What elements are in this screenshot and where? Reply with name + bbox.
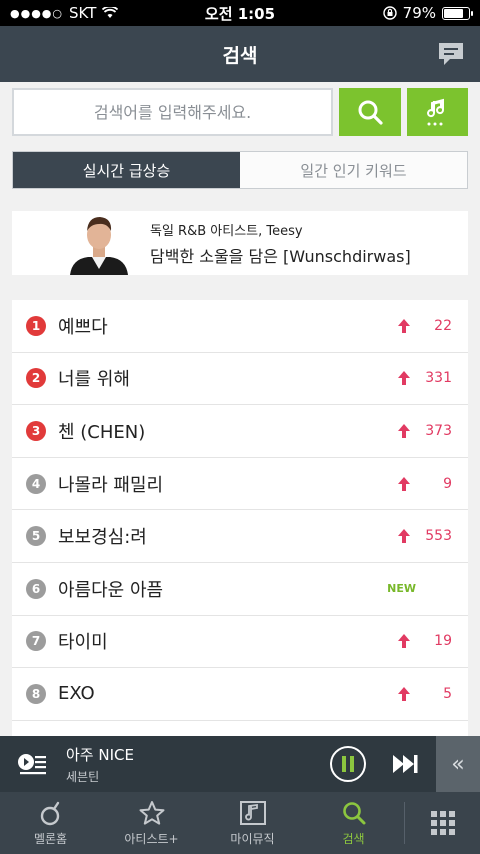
status-bar: ●●●●○ SKT 오전 1:05 79% xyxy=(0,0,480,26)
keyword-text: 보보경심:려 xyxy=(58,527,147,549)
bottom-nav: 멜론홈 아티스트+ 마이뮤직 검색 xyxy=(0,792,480,854)
keyword-row[interactable]: 6 아름다운 아픔 NEW xyxy=(12,563,468,616)
page-title: 검색 xyxy=(222,44,258,67)
melon-icon xyxy=(40,801,59,825)
keyword-text: 첸 (CHEN) xyxy=(58,421,146,443)
arrow-up-icon xyxy=(398,318,410,333)
keyword-text: 나몰라 패밀리 xyxy=(58,474,164,496)
promo-banner[interactable]: 독일 R&B 아티스트, Teesy 담백한 소울을 담은 [Wunschdir… xyxy=(12,211,468,275)
change-value: 9 xyxy=(443,475,452,492)
rank-badge: 1 xyxy=(26,315,46,336)
nav-label: 아티스트+ xyxy=(124,831,179,846)
keyword-row[interactable]: 1 예쁘다 22 xyxy=(12,300,468,353)
keyword-text: 타이미 xyxy=(58,632,108,654)
search-icon xyxy=(358,100,383,125)
keyword-row[interactable]: 8 EXO 5 xyxy=(12,668,468,721)
nav-search[interactable]: 검색 xyxy=(303,792,404,854)
signal-icon: ●●●●○ xyxy=(10,6,63,20)
pause-button[interactable] xyxy=(330,746,366,782)
chat-icon[interactable] xyxy=(436,39,466,69)
rank-change: 5 xyxy=(382,686,452,702)
keyword-row[interactable]: 4 나몰라 패밀리 9 xyxy=(12,458,468,511)
search-bar xyxy=(12,88,468,136)
banner-subtitle: 독일 R&B 아티스트, Teesy xyxy=(150,223,303,239)
chevron-left-icon[interactable]: « xyxy=(436,736,480,792)
keyword-text: 예쁘다 xyxy=(58,316,108,338)
nav-artist-plus[interactable]: 아티스트+ xyxy=(101,792,202,854)
tab-daily[interactable]: 일간 인기 키워드 xyxy=(240,152,467,188)
music-note-icon xyxy=(427,98,445,126)
banner-title: 담백한 소울을 담은 [Wunschdirwas] xyxy=(150,246,411,266)
rank-change: 19 xyxy=(382,633,452,649)
change-value: 19 xyxy=(434,633,452,650)
change-value: 373 xyxy=(425,422,452,439)
arrow-up-icon xyxy=(398,634,410,649)
keyword-text: 아름다운 아픔 xyxy=(58,579,164,601)
pause-icon xyxy=(342,756,354,772)
star-icon xyxy=(139,800,164,825)
arrow-up-icon xyxy=(398,423,410,438)
rotation-lock-icon xyxy=(382,6,397,20)
change-value: 331 xyxy=(425,370,452,387)
nav-my-music[interactable]: 마이뮤직 xyxy=(202,792,303,854)
artist-photo xyxy=(12,211,142,275)
rank-change: 553 xyxy=(382,528,452,544)
search-input[interactable] xyxy=(12,88,334,136)
keyword-row[interactable]: 5 보보경심:려 553 xyxy=(12,510,468,563)
mini-player: 아주 NICE 세븐틴 « xyxy=(0,736,480,792)
rank-badge: 4 xyxy=(26,473,46,494)
clock: 오전 1:05 xyxy=(204,4,276,23)
battery-icon xyxy=(442,6,473,20)
nav-melon-home[interactable]: 멜론홈 xyxy=(0,792,101,854)
keyword-text: EXO xyxy=(58,683,95,705)
new-badge: NEW xyxy=(387,582,416,596)
playlist-icon xyxy=(18,754,46,775)
rank-change: 9 xyxy=(382,476,452,492)
nav-label: 검색 xyxy=(342,831,365,846)
keyword-text: 너를 위해 xyxy=(58,369,130,391)
now-playing-artist: 세븐틴 xyxy=(66,769,100,784)
search-button[interactable] xyxy=(339,88,401,136)
rank-badge: 7 xyxy=(26,631,46,652)
rank-change: 22 xyxy=(382,318,452,334)
carrier-label: SKT xyxy=(69,4,97,22)
my-music-icon xyxy=(239,800,266,825)
change-value: 553 xyxy=(425,528,452,545)
rank-badge: 8 xyxy=(26,683,46,704)
keyword-row[interactable]: 2 너를 위해 331 xyxy=(12,353,468,406)
keyword-row[interactable]: 3 첸 (CHEN) 373 xyxy=(12,405,468,458)
change-value: 5 xyxy=(443,685,452,702)
rank-badge: 3 xyxy=(26,420,46,441)
grid-menu-icon xyxy=(430,811,455,835)
search-icon xyxy=(342,801,365,824)
battery-percent: 79% xyxy=(402,4,436,22)
header: 검색 xyxy=(0,26,480,82)
keyword-list: 1 예쁘다 22 2 너를 위해 331 3 첸 (CHEN) 373 4 나몰라 패밀리 9 5 보보경… xyxy=(12,300,468,774)
music-recognition-button[interactable] xyxy=(406,88,468,136)
rank-badge: 6 xyxy=(26,578,46,599)
keyword-row[interactable]: 7 타이미 19 xyxy=(12,616,468,669)
playlist-button[interactable] xyxy=(10,742,54,786)
wifi-icon xyxy=(102,7,119,18)
rank-change: 331 xyxy=(382,370,452,386)
arrow-up-icon xyxy=(398,476,410,491)
arrow-up-icon xyxy=(398,371,410,386)
next-track-icon[interactable] xyxy=(390,749,420,779)
arrow-up-icon xyxy=(398,686,410,701)
nav-label: 마이뮤직 xyxy=(230,831,275,846)
now-playing-title: 아주 NICE xyxy=(66,745,134,764)
more-menu-button[interactable] xyxy=(405,792,480,854)
arrow-up-icon xyxy=(398,529,410,544)
tab-realtime[interactable]: 실시간 급상승 xyxy=(13,152,240,188)
keyword-tabs: 실시간 급상승 일간 인기 키워드 xyxy=(12,151,468,189)
change-value: 22 xyxy=(434,317,452,334)
nav-label: 멜론홈 xyxy=(33,831,68,846)
rank-badge: 2 xyxy=(26,368,46,389)
rank-badge: 5 xyxy=(26,526,46,547)
rank-change: 373 xyxy=(382,423,452,439)
